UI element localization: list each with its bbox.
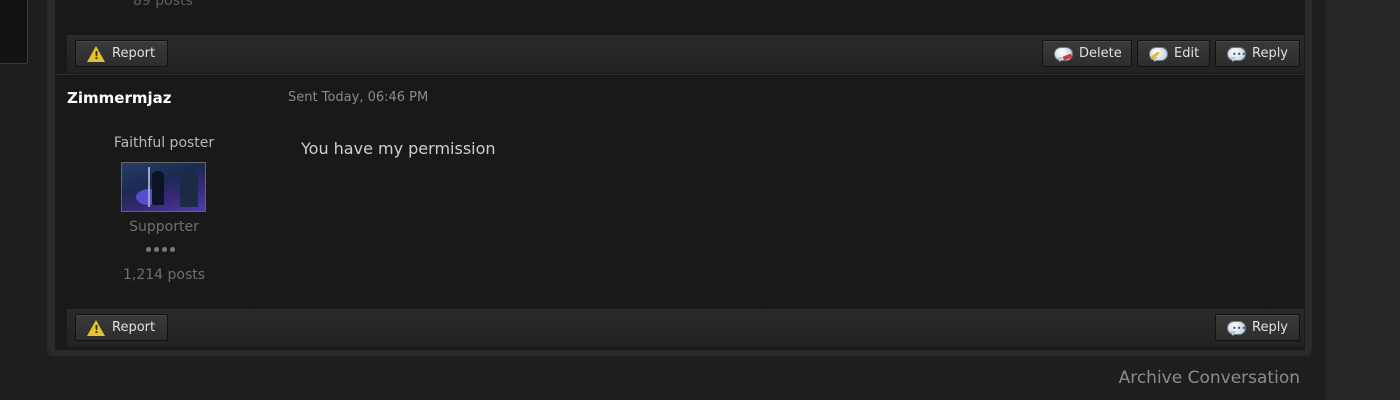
report-button[interactable]: ! Report — [75, 314, 168, 341]
report-label: Report — [112, 320, 156, 335]
rank-pips — [146, 247, 175, 252]
avatar[interactable] — [121, 162, 206, 212]
post-action-bar — [67, 309, 1304, 347]
edit-label: Edit — [1174, 46, 1200, 61]
archive-conversation-link[interactable]: Archive Conversation — [1119, 368, 1300, 388]
reply-button[interactable]: ••• Reply — [1215, 40, 1300, 67]
message-body: You have my permission — [301, 139, 496, 158]
rank-pip — [162, 247, 167, 252]
reply-label: Reply — [1252, 320, 1289, 335]
edit-button[interactable]: Edit — [1137, 40, 1210, 67]
post-divider — [55, 74, 1305, 75]
avatar-staff — [148, 167, 150, 207]
warning-icon: ! — [86, 319, 106, 337]
previous-post-count: 89 posts — [133, 0, 193, 9]
author-name[interactable]: Zimmermjaz — [67, 89, 171, 107]
rank-pip — [170, 247, 175, 252]
rank-title: Faithful poster — [113, 135, 215, 151]
member-group: Supporter — [129, 219, 199, 235]
page-side-strip — [1326, 0, 1400, 400]
rank-pip — [146, 247, 151, 252]
report-button[interactable]: ! Report — [75, 40, 168, 67]
speech-bubble-edit-icon — [1148, 45, 1168, 63]
rank-pip — [154, 247, 159, 252]
sidebar-tab[interactable] — [0, 0, 28, 64]
reply-button[interactable]: ••• Reply — [1215, 314, 1300, 341]
post-count: 1,214 posts — [122, 267, 206, 283]
sent-timestamp: Sent Today, 06:46 PM — [288, 90, 429, 105]
speech-bubble-reply-icon: ••• — [1226, 45, 1246, 63]
warning-icon: ! — [86, 45, 106, 63]
delete-button[interactable]: Delete — [1042, 40, 1132, 67]
delete-label: Delete — [1079, 46, 1122, 61]
speech-bubble-reply-icon: ••• — [1226, 319, 1246, 337]
avatar-tree — [180, 169, 198, 207]
avatar-figure — [152, 171, 164, 205]
reply-label: Reply — [1252, 46, 1289, 61]
report-label: Report — [112, 46, 156, 61]
speech-bubble-delete-icon — [1053, 45, 1073, 63]
